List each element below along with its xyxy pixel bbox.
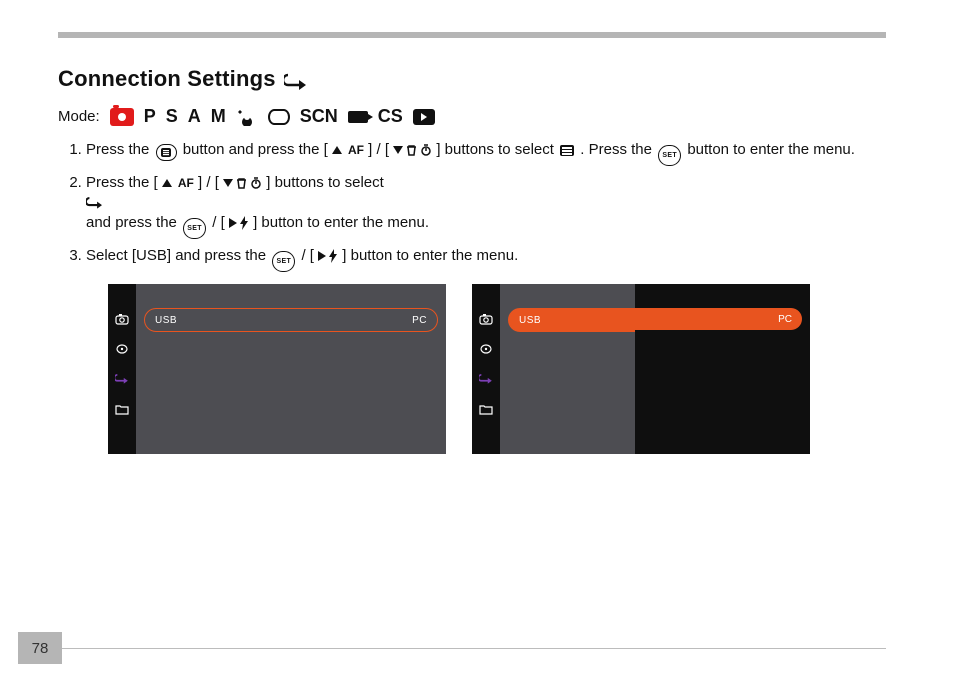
screen-panel-left: USB: [500, 284, 635, 454]
up-af-token: AF: [332, 140, 364, 161]
af-label: AF: [178, 173, 194, 194]
page-title: Connection Settings: [58, 66, 276, 92]
steps-list: Press the button and press the [ AF ] / …: [58, 137, 886, 272]
down-delete-timer-token: [223, 177, 262, 189]
mode-icon-strip: P S A M SCN CS: [110, 106, 435, 127]
mode-a: A: [188, 106, 201, 127]
text: ] / [: [368, 141, 393, 158]
right-flash-token: [318, 249, 338, 263]
text: Select [USB] and press the: [86, 247, 270, 264]
text: ] button to enter the menu.: [342, 247, 518, 264]
step-2: Press the [ AF ] / [ ] buttons to select…: [86, 170, 886, 239]
triangle-up-icon: [162, 179, 172, 187]
camera-tab-icon: [479, 312, 493, 326]
set-button-icon: SET: [658, 145, 681, 166]
step-1: Press the button and press the [ AF ] / …: [86, 137, 886, 166]
triangle-down-icon: [393, 146, 403, 154]
set-button-icon: SET: [183, 218, 206, 239]
usb-row-selected: USB: [508, 308, 639, 332]
mode-scn: SCN: [300, 106, 338, 127]
screen-sidebar: [108, 284, 136, 454]
usb-row: USB PC: [144, 308, 438, 332]
text: ] button to enter the menu.: [253, 214, 429, 231]
text: ] buttons to select: [436, 141, 558, 158]
mode-p: P: [144, 106, 156, 127]
up-af-token: AF: [162, 173, 194, 194]
playback-icon: [413, 109, 435, 125]
face-beautifier-icon: [236, 108, 258, 126]
triangle-up-icon: [332, 146, 342, 154]
pc-label: PC: [778, 314, 792, 325]
text: Press the: [86, 141, 154, 158]
screen-usb-selected: USB PC: [472, 284, 810, 454]
connection-tab-icon: [479, 372, 493, 386]
mode-s: S: [166, 106, 178, 127]
text: / [: [301, 247, 318, 264]
menu-button-icon: [156, 144, 177, 161]
footer-rule: [62, 648, 886, 649]
step-3: Select [USB] and press the SET / [ ] but…: [86, 243, 886, 272]
timer-icon: [420, 144, 432, 156]
triangle-right-icon: [229, 218, 237, 228]
list-icon: [560, 145, 574, 156]
camera-icon: [110, 108, 134, 126]
triangle-down-icon: [223, 179, 233, 187]
top-rule: [58, 32, 886, 38]
text: . Press the: [580, 141, 656, 158]
triangle-right-icon: [318, 251, 326, 261]
mode-row: Mode: P S A M SCN CS: [58, 106, 886, 127]
flash-icon: [329, 249, 338, 263]
af-label: AF: [348, 140, 364, 161]
pc-label: PC: [412, 315, 427, 326]
text: ] buttons to select: [266, 174, 384, 191]
screen-panel: USB PC: [136, 284, 446, 454]
right-flash-token: [229, 216, 249, 230]
mode-m: M: [211, 106, 226, 127]
page-number: 78: [32, 640, 49, 657]
screen-usb-unselected: USB PC: [108, 284, 446, 454]
down-delete-timer-token: [393, 144, 432, 156]
connection-icon: [284, 72, 308, 92]
usb-label: USB: [519, 315, 541, 326]
mode-label: Mode:: [58, 108, 100, 125]
text: / [: [212, 214, 229, 231]
page-content: Connection Settings Mode: P S A M SCN CS…: [58, 58, 886, 454]
screenshots-row: USB PC USB PC: [108, 284, 886, 454]
playback-tab-icon: [115, 342, 129, 356]
folder-tab-icon: [115, 402, 129, 416]
timer-icon: [250, 177, 262, 189]
connection-tab-icon: [115, 372, 129, 386]
mode-cs: CS: [378, 106, 403, 127]
text: button and press the [: [183, 141, 332, 158]
screen-sidebar: [472, 284, 500, 454]
text: Press the [: [86, 174, 162, 191]
trash-icon: [406, 144, 417, 156]
panorama-icon: [268, 109, 290, 125]
screen-panel-right: PC: [635, 284, 810, 454]
playback-tab-icon: [479, 342, 493, 356]
page-number-badge: 78: [18, 632, 62, 664]
connection-icon: [86, 196, 886, 210]
set-button-icon: SET: [272, 251, 295, 272]
text: ] / [: [198, 174, 223, 191]
folder-tab-icon: [479, 402, 493, 416]
camera-tab-icon: [115, 312, 129, 326]
trash-icon: [236, 177, 247, 189]
movie-icon: [348, 111, 368, 123]
usb-label: USB: [155, 315, 177, 326]
text: and press the: [86, 214, 181, 231]
flash-icon: [240, 216, 249, 230]
text: button to enter the menu.: [687, 141, 855, 158]
pc-option-selected: PC: [631, 308, 802, 330]
